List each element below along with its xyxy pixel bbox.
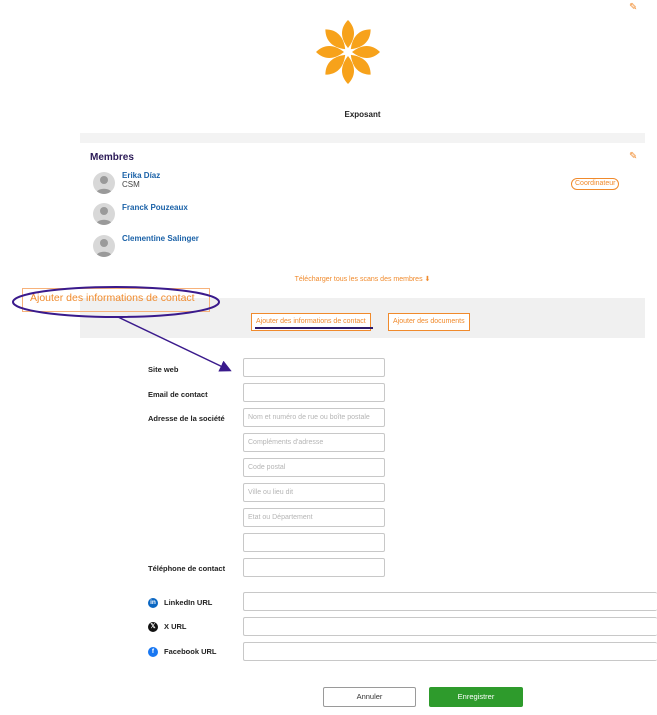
company-logo xyxy=(316,20,380,84)
add-documents-tab[interactable]: Ajouter des documents xyxy=(388,313,470,331)
website-input[interactable] xyxy=(243,358,385,377)
cancel-button[interactable]: Annuler xyxy=(323,687,416,707)
section-divider xyxy=(80,133,645,143)
company-name: Exposant xyxy=(344,110,381,119)
callout-text: Ajouter des informations de contact xyxy=(30,292,195,304)
address-extra-input[interactable]: Compléments d'adresse xyxy=(243,433,385,452)
facebook-input[interactable] xyxy=(243,642,657,661)
website-label: Site web xyxy=(148,365,179,374)
user-avatar-icon xyxy=(93,203,115,225)
city-input[interactable]: Ville ou lieu dit xyxy=(243,483,385,502)
x-label: X URL xyxy=(164,622,187,631)
x-icon: 𝕏 xyxy=(148,622,158,632)
download-scans-link[interactable]: Télécharger tous les scans des membres ⬇ xyxy=(80,275,645,283)
facebook-label: Facebook URL xyxy=(164,647,217,656)
facebook-icon: f xyxy=(148,647,158,657)
address-street-input[interactable]: Nom et numéro de rue ou boîte postale xyxy=(243,408,385,427)
country-select[interactable] xyxy=(243,533,385,552)
member-role: CSM xyxy=(122,180,140,189)
user-avatar-icon xyxy=(93,235,115,257)
x-input[interactable] xyxy=(243,617,657,636)
email-input[interactable] xyxy=(243,383,385,402)
edit-icon[interactable]: ✎ xyxy=(629,152,637,162)
linkedin-icon: in xyxy=(148,598,158,608)
linkedin-label: LinkedIn URL xyxy=(164,598,213,607)
members-title: Membres xyxy=(90,152,134,163)
member-name[interactable]: Franck Pouzeaux xyxy=(122,203,188,212)
edit-icon[interactable]: ✎ xyxy=(629,3,637,13)
download-scans-label: Télécharger tous les scans des membres xyxy=(294,276,423,283)
linkedin-input[interactable] xyxy=(243,592,657,611)
user-avatar-icon xyxy=(93,172,115,194)
download-icon: ⬇ xyxy=(424,276,431,283)
state-input[interactable]: Etat ou Département xyxy=(243,508,385,527)
member-name[interactable]: Erika Díaz xyxy=(122,171,160,180)
member-name[interactable]: Clementine Salinger xyxy=(122,234,199,243)
active-tab-underline xyxy=(255,327,373,329)
email-label: Email de contact xyxy=(148,390,208,399)
save-button[interactable]: Enregistrer xyxy=(429,687,523,707)
coordinator-badge: Coordinateur xyxy=(571,178,620,190)
address-label: Adresse de la société xyxy=(148,414,225,423)
postal-code-input[interactable]: Code postal xyxy=(243,458,385,477)
phone-input[interactable] xyxy=(243,558,385,577)
phone-label: Téléphone de contact xyxy=(148,564,226,573)
